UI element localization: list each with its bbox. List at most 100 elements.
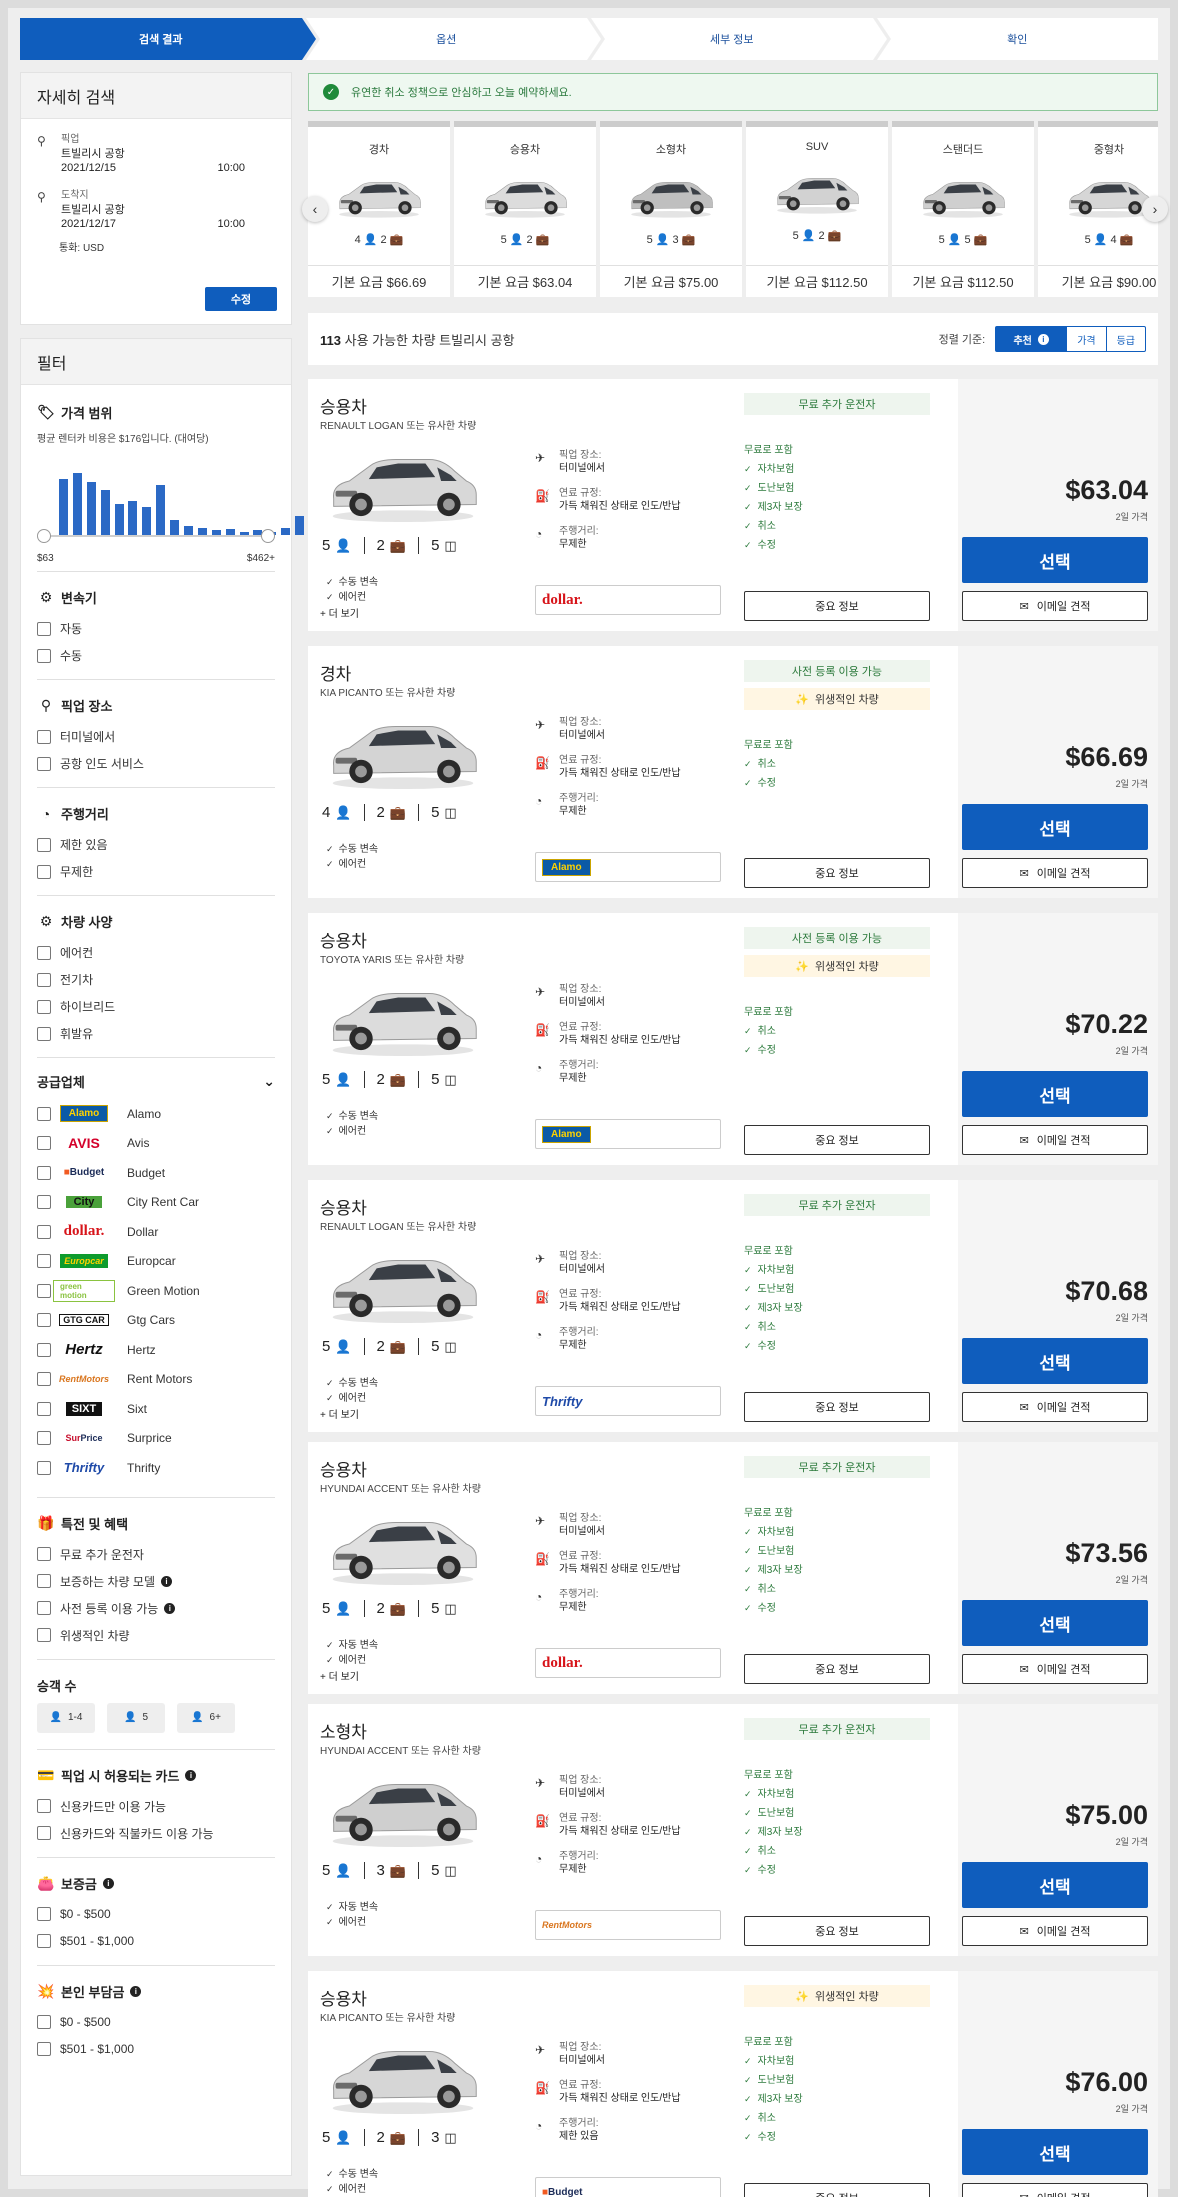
filter-deals-option[interactable]: 사전 등록 이용 가능 i (37, 1595, 275, 1622)
supplier-option[interactable]: SIXT Sixt (37, 1394, 275, 1424)
select-button[interactable]: 선택 (962, 1862, 1148, 1908)
filter-specs-option[interactable]: 에어컨 (37, 939, 275, 966)
supplier-option[interactable]: City City Rent Car (37, 1188, 275, 1218)
select-button[interactable]: 선택 (962, 1071, 1148, 1117)
supplier-option[interactable]: dollar. Dollar (37, 1217, 275, 1247)
checkbox[interactable] (37, 2015, 51, 2029)
category-card[interactable]: 승용차 5 👤 2 💼 기본 요금 $63.04 (454, 121, 596, 297)
checkbox[interactable] (37, 2042, 51, 2056)
select-button[interactable]: 선택 (962, 537, 1148, 583)
filter-deals-option[interactable]: 무료 추가 운전자 (37, 1541, 275, 1568)
filter-excess-option[interactable]: $0 - $500 (37, 2009, 275, 2036)
price-slider-min-handle[interactable] (37, 529, 51, 543)
filter-pickup-option[interactable]: 터미널에서 (37, 723, 275, 750)
filter-transmission-option[interactable]: 자동 (37, 615, 275, 642)
checkbox[interactable] (37, 1026, 51, 1041)
checkbox[interactable] (37, 1628, 51, 1642)
important-info-button[interactable]: 중요 정보 (744, 858, 930, 888)
supplier-option[interactable]: green motion Green Motion (37, 1276, 275, 1306)
important-info-button[interactable]: 중요 정보 (744, 1125, 930, 1155)
supplier-option[interactable]: Thrifty Thrifty (37, 1453, 275, 1483)
filter-deals-option[interactable]: 위생적인 차량 (37, 1622, 275, 1649)
category-card[interactable]: SUV 5 👤 2 💼 기본 요금 $112.50 (746, 121, 888, 297)
filter-specs-option[interactable]: 하이브리드 (37, 993, 275, 1020)
category-card[interactable]: 소형차 5 👤 3 💼 기본 요금 $75.00 (600, 121, 742, 297)
checkbox[interactable] (37, 1907, 51, 1921)
supplier-option[interactable]: Europcar Europcar (37, 1247, 275, 1277)
step-confirm[interactable]: 확인 (876, 18, 1158, 60)
step-details[interactable]: 세부 정보 (591, 18, 886, 60)
filter-deals-option[interactable]: 보증하는 차량 모델 i (37, 1568, 275, 1595)
sort-class[interactable]: 등급 (1105, 327, 1145, 351)
checkbox[interactable] (37, 621, 51, 636)
checkbox[interactable] (37, 972, 51, 987)
category-card[interactable]: 스탠더드 5 👤 5 💼 기본 요금 $112.50 (892, 121, 1034, 297)
select-button[interactable]: 선택 (962, 1338, 1148, 1384)
checkbox[interactable] (37, 1601, 51, 1615)
email-quote-button[interactable]: ✉ 이메일 견적 (962, 1125, 1148, 1155)
email-quote-button[interactable]: ✉ 이메일 견적 (962, 2183, 1148, 2197)
supplier-option[interactable]: AVIS Avis (37, 1129, 275, 1159)
price-slider-track[interactable] (39, 535, 273, 537)
email-quote-button[interactable]: ✉ 이메일 견적 (962, 858, 1148, 888)
carousel-prev-arrow[interactable]: ‹ (302, 196, 328, 222)
checkbox[interactable] (37, 864, 51, 879)
checkbox[interactable] (37, 1547, 51, 1561)
checkbox[interactable] (37, 1460, 51, 1475)
checkbox[interactable] (37, 1195, 51, 1210)
filter-specs-option[interactable]: 전기차 (37, 966, 275, 993)
show-more-link[interactable]: + 더 보기 (320, 1406, 359, 1421)
filter-specs-option[interactable]: 휘발유 (37, 1020, 275, 1047)
important-info-button[interactable]: 중요 정보 (744, 1654, 930, 1684)
email-quote-button[interactable]: ✉ 이메일 견적 (962, 1392, 1148, 1422)
checkbox[interactable] (37, 1136, 51, 1151)
important-info-button[interactable]: 중요 정보 (744, 1392, 930, 1422)
filter-excess-option[interactable]: $501 - $1,000 (37, 2036, 275, 2063)
step-results[interactable]: 검색 결과 (20, 18, 315, 60)
show-more-link[interactable]: + 더 보기 (320, 605, 359, 620)
checkbox[interactable] (37, 1401, 51, 1416)
email-quote-button[interactable]: ✉ 이메일 견적 (962, 1654, 1148, 1684)
step-options[interactable]: 옵션 (305, 18, 601, 60)
edit-search-button[interactable]: 수정 (205, 287, 277, 311)
filter-cards-option[interactable]: 신용카드만 이용 가능 (37, 1793, 275, 1820)
supplier-option[interactable]: ■Budget Budget (37, 1158, 275, 1188)
checkbox[interactable] (37, 1165, 51, 1180)
checkbox[interactable] (37, 1799, 51, 1813)
important-info-button[interactable]: 중요 정보 (744, 2183, 930, 2197)
sort-price[interactable]: 가격 (1066, 327, 1105, 351)
checkbox[interactable] (37, 1106, 51, 1121)
filter-transmission-option[interactable]: 수동 (37, 642, 275, 669)
supplier-option[interactable]: Alamo Alamo (37, 1099, 275, 1129)
select-button[interactable]: 선택 (962, 2129, 1148, 2175)
supplier-option[interactable]: GTG CAR Gtg Cars (37, 1306, 275, 1336)
checkbox[interactable] (37, 1574, 51, 1588)
select-button[interactable]: 선택 (962, 804, 1148, 850)
chevron-down-icon[interactable]: ⌄ (263, 1073, 275, 1090)
select-button[interactable]: 선택 (962, 1600, 1148, 1646)
important-info-button[interactable]: 중요 정보 (744, 591, 930, 621)
checkbox[interactable] (37, 648, 51, 663)
supplier-option[interactable]: RentMotors Rent Motors (37, 1365, 275, 1395)
checkbox[interactable] (37, 1224, 51, 1239)
checkbox[interactable] (37, 1254, 51, 1269)
supplier-option[interactable]: SurPrice Surprice (37, 1424, 275, 1454)
checkbox[interactable] (37, 1826, 51, 1840)
checkbox[interactable] (37, 1431, 51, 1446)
filter-mileage-option[interactable]: 제한 있음 (37, 831, 275, 858)
checkbox[interactable] (37, 1342, 51, 1357)
checkbox[interactable] (37, 945, 51, 960)
important-info-button[interactable]: 중요 정보 (744, 1916, 930, 1946)
email-quote-button[interactable]: ✉ 이메일 견적 (962, 1916, 1148, 1946)
passenger-option[interactable]: 👤 1-4 (37, 1702, 95, 1733)
sort-recommended[interactable]: 추천 i (996, 327, 1067, 351)
checkbox[interactable] (37, 1283, 51, 1298)
email-quote-button[interactable]: ✉ 이메일 견적 (962, 591, 1148, 621)
checkbox[interactable] (37, 837, 51, 852)
filter-deposit-option[interactable]: $501 - $1,000 (37, 1928, 275, 1955)
filter-pickup-option[interactable]: 공항 인도 서비스 (37, 750, 275, 777)
category-card[interactable]: 경차 4 👤 2 💼 기본 요금 $66.69 (308, 121, 450, 297)
supplier-option[interactable]: Hertz Hertz (37, 1335, 275, 1365)
checkbox[interactable] (37, 1372, 51, 1387)
filter-deposit-option[interactable]: $0 - $500 (37, 1901, 275, 1928)
